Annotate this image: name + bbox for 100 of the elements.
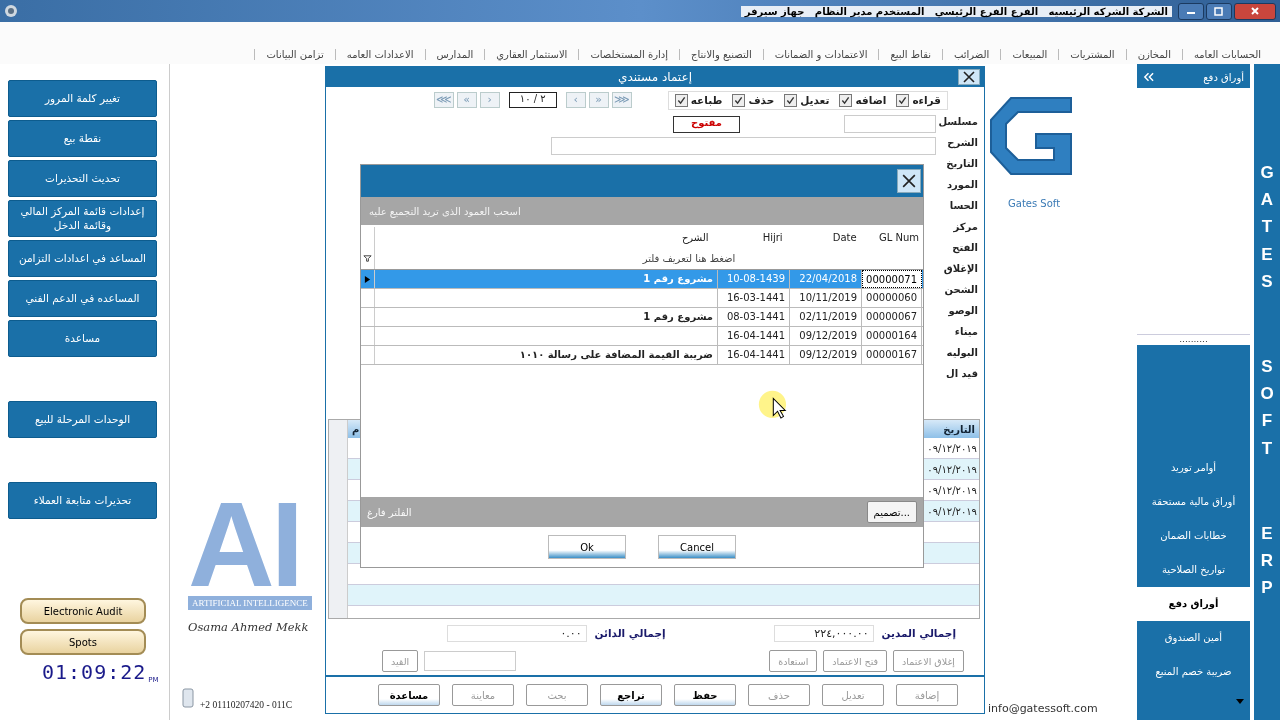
brand-word: ERP [1259,522,1275,600]
menu-item[interactable]: تزامن البيانات [254,49,335,60]
checkbox-label: قراءه [912,94,941,106]
checkbox[interactable] [839,93,853,107]
column-header: التاريخ [943,423,975,435]
group-hint: اسحب العمود الذى تريد التجميع عليه [369,205,521,217]
menu-item[interactable]: الضرائب [941,49,1001,60]
close-button[interactable] [1234,2,1276,20]
brand-word: SOFT [1259,355,1275,460]
field-label: البوليه [946,347,978,361]
table-cell: 09/12/2019 [790,346,862,364]
audit-button[interactable]: Spots [20,629,146,655]
table-cell: 16-04-1441 [718,327,790,345]
table-cell: ٠٩/١٢/٢٠١٩ [927,484,977,496]
sidebar-button[interactable]: مساعدة [8,320,157,357]
audit-button[interactable]: Electronic Audit [20,598,146,624]
table-cell: 00000167 [862,346,922,364]
menu-item[interactable]: المشتريات [1058,49,1126,60]
checkbox-label: تعديل [800,94,830,106]
serial-field[interactable] [844,115,936,133]
checkbox[interactable] [732,93,746,107]
table-cell: ٠٩/١٢/٢٠١٩ [927,463,977,475]
toolbar-button[interactable]: مساعدة [378,684,440,706]
menu-item[interactable]: التصنيع والانتاج [679,49,763,60]
table-cell: 16-04-1441 [718,346,790,364]
record-counter: ٢ / ١٠ [508,92,557,108]
sidebar-button[interactable]: تحديث التحذيرات [8,160,157,197]
sidebar-button[interactable]: تحذيرات متابعة العملاء [8,482,157,519]
row-pointer-icon [364,274,371,284]
checkbox-label: حذف [748,94,775,106]
table-cell: ضريبة القيمة المضافة على رسالة ١٠١٠ [375,346,718,364]
menu-item[interactable]: الاعتمادات و الضمانات [762,49,879,60]
collapse-icon[interactable] [1143,72,1154,82]
filter-icon[interactable] [363,253,372,263]
menu-item[interactable]: إدارة المستخلصات [578,49,680,60]
brand-word: GATES [1259,162,1275,293]
description-field[interactable] [551,137,936,155]
panel-item[interactable]: أوراق دفع [1137,587,1250,621]
menu-item[interactable]: الحسابات العامه [1181,49,1272,60]
cancel-button[interactable]: Cancel [658,535,736,559]
scroll-down-icon[interactable] [1236,699,1244,704]
menu-item[interactable]: المخازن [1125,49,1182,60]
checkbox[interactable] [896,93,910,107]
design-button[interactable]: ...تصميم [866,501,917,523]
column-header[interactable]: Date [786,231,861,243]
filter-row[interactable]: اضغط هنا لتعريف فلتر [375,252,923,264]
menu-item[interactable]: الاعدادات العامه [334,49,425,60]
checkbox-label: طباعه [690,94,723,106]
table-row[interactable]: 16-03-1441 10/11/2019 00000060 [361,289,923,308]
panel-item[interactable]: أمين الصندوق [1137,621,1250,655]
column-header[interactable]: الشرح [375,231,713,243]
table-row[interactable]: 16-04-1441 09/12/2019 00000164 [361,327,923,346]
filter-status: الفلتر فارغ [367,506,412,518]
sidebar-button[interactable]: الوحدات المرحلة للبيع [8,401,157,438]
menu-item[interactable]: الاستثمار العقاري [484,49,579,60]
panel-item[interactable]: تواريخ الصلاحية [1137,553,1250,587]
sidebar-button[interactable]: المساعده في الدعم الفني [8,280,157,317]
ok-button[interactable]: Ok [548,535,626,559]
toolbar-button[interactable]: حفظ [674,684,736,706]
window-title: إعتماد مستندي [618,70,692,84]
minimize-button[interactable] [1178,2,1204,20]
close-button[interactable] [958,69,980,85]
table-cell: ٠٩/١٢/٢٠١٩ [927,505,977,517]
table-cell: 00000067 [862,308,922,326]
panel-item[interactable]: ضريبة خصم المنبع [1137,655,1250,689]
splitter-handle[interactable]: .......... [1137,334,1250,345]
signature: Osama Ahmed Mekk [188,620,310,634]
menu-item[interactable]: المدارس [424,49,485,60]
field-label: المورد [946,179,978,192]
close-button[interactable] [897,169,921,193]
table-cell: 00000060 [862,289,922,307]
checkbox[interactable] [784,93,798,107]
sidebar-button[interactable]: إعدادات قائمة المركز المالي وقائمة الدخل [8,200,157,237]
sidebar-button[interactable]: تغيير كلمة المرور [8,80,157,117]
toolbar-button[interactable]: تراجع [600,684,662,706]
app-icon [4,4,18,18]
table-cell: مشروع رقم 1 [375,270,718,288]
column-header[interactable]: GL Num [860,231,923,243]
restore-button[interactable] [1206,2,1232,20]
restore-icon [1214,6,1224,16]
table-cell: مشروع رقم 1 [375,308,718,326]
column-header[interactable]: Hijri [712,231,787,243]
field-label: ميناء [954,326,978,339]
sidebar-button[interactable]: نقطة بيع [8,120,157,157]
menu-item[interactable]: نقاط البيع [878,49,942,60]
entry-field[interactable] [424,651,517,671]
panel-item[interactable]: أوامر توريد [1137,451,1250,485]
panel-item[interactable]: أوراق مالية مستحقة [1137,485,1250,519]
menu-item[interactable]: المبيعات [1000,49,1059,60]
close-icon [1250,6,1260,16]
sidebar-button[interactable]: المساعد في اعدادات التزامن [8,240,157,277]
field-label: الإغلاق [943,263,978,277]
table-cell: 10/11/2019 [790,289,862,307]
field-label: الشرح [947,137,978,151]
table-cell: 16-03-1441 [718,289,790,307]
panel-item[interactable]: خطابات الضمان [1137,519,1250,553]
field-label: التاريخ [946,158,978,172]
close-icon [963,71,975,83]
table-cell: 10-08-1439 [718,270,790,288]
checkbox[interactable] [674,93,688,107]
